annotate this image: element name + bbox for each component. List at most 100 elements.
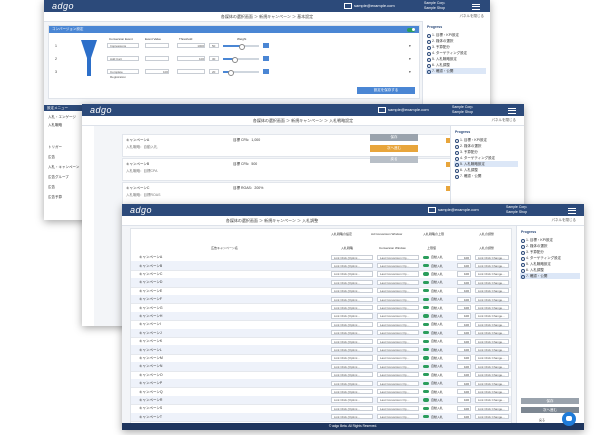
strategy-select[interactable]: Link Click (Optimi… xyxy=(331,388,373,395)
auto-bid-toggle[interactable] xyxy=(423,255,429,259)
progress-item[interactable]: 7. 確認・公開 xyxy=(454,173,481,179)
conversion-window-select[interactable]: Last Conversion Op… xyxy=(377,296,419,302)
panel-toggle[interactable] xyxy=(407,27,415,32)
campaign-card[interactable]: キャンペーンC 入札戦略：目標ROAS 目標 ROAS：200% xyxy=(122,182,460,205)
left-menu-item[interactable]: 広告 xyxy=(48,185,55,189)
close-panel-link[interactable]: パネルを閉じる xyxy=(460,14,485,19)
conversion-window-select[interactable]: Last Conversion Op… xyxy=(377,313,419,319)
strategy-select[interactable]: Link Click (Optimi… xyxy=(331,271,373,277)
limit-input[interactable]: 100 xyxy=(457,380,471,386)
limit-input[interactable]: 100 xyxy=(457,330,471,336)
left-menu-item[interactable]: トリガー xyxy=(48,145,62,149)
weight-apply-button[interactable] xyxy=(263,43,269,48)
auto-bid-toggle[interactable] xyxy=(423,272,429,276)
conversion-window-select[interactable]: Last Conversion Op… xyxy=(377,397,419,403)
strategy-select[interactable]: Link Click (Optimi… xyxy=(331,346,373,353)
conversion-window-select[interactable]: Last Conversion Op… xyxy=(377,254,419,260)
limit-input[interactable]: 100 xyxy=(457,304,471,311)
chat-icon[interactable] xyxy=(562,412,576,426)
auto-bid-toggle[interactable] xyxy=(423,415,429,419)
event-select[interactable]: Add Cart xyxy=(107,56,139,61)
conversion-window-select[interactable]: Last Conversion Op… xyxy=(377,288,419,294)
limit-input[interactable]: 100 xyxy=(457,262,471,269)
progress-item-active[interactable]: 7. 確認・公開 xyxy=(426,68,486,74)
bid-adjust-select[interactable]: Link Click Change… xyxy=(475,363,509,370)
limit-input[interactable]: 100 xyxy=(457,271,471,277)
strategy-select[interactable]: Link Click (Optimi… xyxy=(331,372,373,378)
conversion-window-select[interactable]: Last Conversion Op… xyxy=(377,271,419,277)
left-menu-item[interactable]: 入札戦略 xyxy=(48,123,62,127)
strategy-select[interactable]: Link Click (Optimi… xyxy=(331,254,373,260)
event-value-input[interactable] xyxy=(145,43,169,48)
save-button[interactable]: 保存 xyxy=(370,134,418,141)
strategy-select[interactable]: Link Click (Optimi… xyxy=(331,380,373,386)
limit-input[interactable]: 100 xyxy=(457,372,471,378)
limit-input[interactable]: 100 xyxy=(457,355,471,361)
progress-item-active[interactable]: 7. 確認・公開 xyxy=(520,273,580,279)
strategy-select[interactable]: Link Click (Optimi… xyxy=(331,355,373,361)
save-settings-button[interactable]: 設定を保存する xyxy=(357,87,415,94)
conversion-window-select[interactable]: Last Conversion Op… xyxy=(377,414,419,420)
bid-adjust-select[interactable]: Link Click Change… xyxy=(475,405,509,412)
limit-input[interactable]: 100 xyxy=(457,279,471,286)
chevron-down-icon[interactable]: ▾ xyxy=(409,44,411,48)
auto-bid-toggle[interactable] xyxy=(423,305,429,310)
auto-bid-toggle[interactable] xyxy=(423,356,429,360)
auto-bid-toggle[interactable] xyxy=(423,263,429,268)
weight-input[interactable]: 50 xyxy=(209,43,219,48)
strategy-select[interactable]: Link Click (Optimi… xyxy=(331,405,373,412)
chevron-down-icon[interactable]: ▾ xyxy=(409,70,411,74)
left-menu-item[interactable]: 広告 xyxy=(48,155,55,159)
event-select[interactable]: Complete Registration xyxy=(107,69,139,79)
auto-bid-toggle[interactable] xyxy=(423,289,429,293)
limit-input[interactable]: 100 xyxy=(457,288,471,294)
conversion-window-select[interactable]: Last Conversion Op… xyxy=(377,372,419,378)
bid-adjust-select[interactable]: Link Click Change… xyxy=(475,321,509,328)
auto-bid-toggle[interactable] xyxy=(423,398,429,402)
user-email[interactable]: sample@example.com xyxy=(378,106,429,114)
auto-bid-toggle[interactable] xyxy=(423,373,429,377)
back-link[interactable]: 戻る xyxy=(539,418,545,422)
limit-input[interactable]: 100 xyxy=(457,321,471,328)
conversion-window-select[interactable]: Last Conversion Op… xyxy=(377,304,419,311)
bid-adjust-select[interactable]: Link Click Change… xyxy=(475,304,509,311)
bid-adjust-select[interactable]: Link Click Change… xyxy=(475,346,509,353)
auto-bid-toggle[interactable] xyxy=(423,406,429,411)
left-menu-item[interactable]: 広告予算 xyxy=(48,195,62,199)
conversion-window-select[interactable]: Last Conversion Op… xyxy=(377,279,419,286)
threshold-input[interactable]: 1000 xyxy=(177,43,205,48)
bid-adjust-select[interactable]: Link Click Change… xyxy=(475,254,509,260)
weight-slider[interactable] xyxy=(223,56,259,63)
conversion-window-select[interactable]: Last Conversion Op… xyxy=(377,338,419,344)
bid-adjust-select[interactable]: Link Click Change… xyxy=(475,313,509,319)
strategy-select[interactable]: Link Click (Optimi… xyxy=(331,279,373,286)
bid-adjust-select[interactable]: Link Click Change… xyxy=(475,380,509,386)
conversion-window-select[interactable]: Last Conversion Op… xyxy=(377,363,419,370)
conversion-window-select[interactable]: Last Conversion Op… xyxy=(377,321,419,328)
auto-bid-toggle[interactable] xyxy=(423,322,429,327)
next-button[interactable]: 次へ進む xyxy=(370,145,418,152)
bid-adjust-select[interactable]: Link Click Change… xyxy=(475,296,509,302)
limit-input[interactable]: 100 xyxy=(457,313,471,319)
strategy-select[interactable]: Link Click (Optimi… xyxy=(331,330,373,336)
menu-icon[interactable] xyxy=(568,206,576,214)
auto-bid-toggle[interactable] xyxy=(423,381,429,385)
bid-adjust-select[interactable]: Link Click Change… xyxy=(475,338,509,344)
weight-apply-button[interactable] xyxy=(263,56,269,61)
event-value-input[interactable] xyxy=(145,56,169,61)
conversion-window-select[interactable]: Last Conversion Op… xyxy=(377,346,419,353)
strategy-select[interactable]: Link Click (Optimi… xyxy=(331,414,373,420)
strategy-select[interactable]: Link Click (Optimi… xyxy=(331,288,373,294)
auto-bid-toggle[interactable] xyxy=(423,297,429,301)
user-email[interactable]: sample@example.com xyxy=(344,2,395,10)
event-select[interactable]: Impressions xyxy=(107,43,139,48)
bid-adjust-select[interactable]: Link Click Change… xyxy=(475,397,509,403)
weight-apply-button[interactable] xyxy=(263,69,269,74)
auto-bid-toggle[interactable] xyxy=(423,331,429,335)
weight-input[interactable]: 30 xyxy=(209,56,219,61)
threshold-input[interactable]: 100 xyxy=(177,56,205,61)
limit-input[interactable]: 100 xyxy=(457,405,471,412)
user-email[interactable]: sample@example.com xyxy=(428,206,479,214)
menu-icon[interactable] xyxy=(472,2,480,10)
strategy-select[interactable]: Link Click (Optimi… xyxy=(331,338,373,344)
